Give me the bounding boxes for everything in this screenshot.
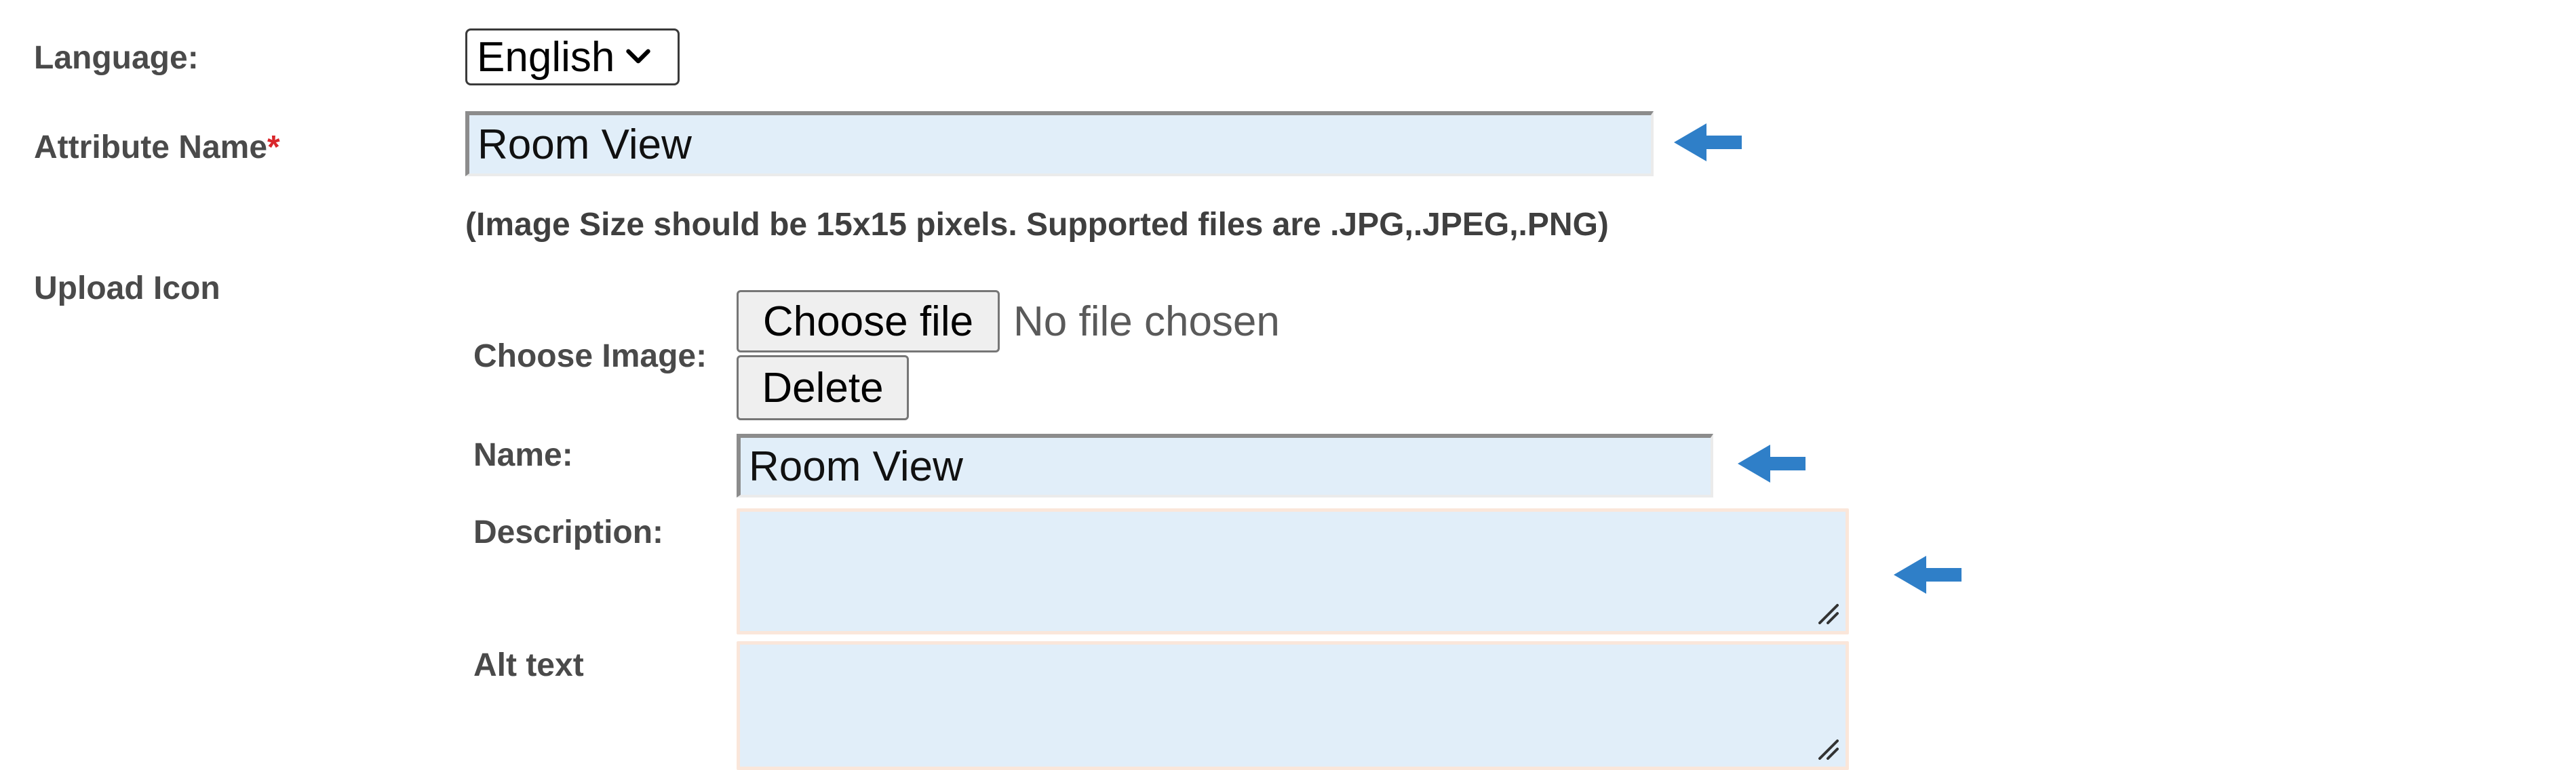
alt-text-textarea[interactable] bbox=[737, 641, 1849, 770]
arrow-left-icon bbox=[1674, 123, 1742, 161]
resize-grip-icon[interactable] bbox=[1816, 737, 1839, 760]
image-size-hint: (Image Size should be 15x15 pixels. Supp… bbox=[465, 207, 1609, 243]
resize-grip-icon[interactable] bbox=[1816, 601, 1839, 624]
language-selected-value: English bbox=[477, 33, 615, 81]
upload-icon-label: Upload Icon bbox=[34, 270, 220, 306]
description-textarea[interactable] bbox=[737, 508, 1849, 634]
description-label: Description: bbox=[473, 514, 664, 550]
choose-image-label: Choose Image: bbox=[473, 338, 707, 374]
alt-text-label: Alt text bbox=[473, 647, 584, 683]
name-label: Name: bbox=[473, 437, 573, 473]
attribute-name-input[interactable]: Room View bbox=[465, 111, 1654, 176]
required-mark: * bbox=[267, 129, 280, 165]
arrow-left-icon bbox=[1738, 445, 1806, 483]
no-file-chosen-text: No file chosen bbox=[1013, 298, 1280, 345]
arrow-left-icon bbox=[1894, 556, 1962, 594]
choose-file-button[interactable]: Choose file bbox=[737, 290, 1000, 352]
language-select[interactable]: English bbox=[465, 28, 680, 85]
name-input[interactable]: Room View bbox=[737, 434, 1713, 498]
delete-button[interactable]: Delete bbox=[737, 355, 909, 420]
language-label: Language: bbox=[34, 40, 199, 76]
chevron-down-icon bbox=[626, 49, 651, 64]
name-value: Room View bbox=[749, 443, 963, 490]
attribute-name-label-text: Attribute Name bbox=[34, 129, 268, 165]
attribute-name-label: Attribute Name* bbox=[34, 131, 280, 164]
attribute-name-value: Room View bbox=[477, 121, 692, 168]
